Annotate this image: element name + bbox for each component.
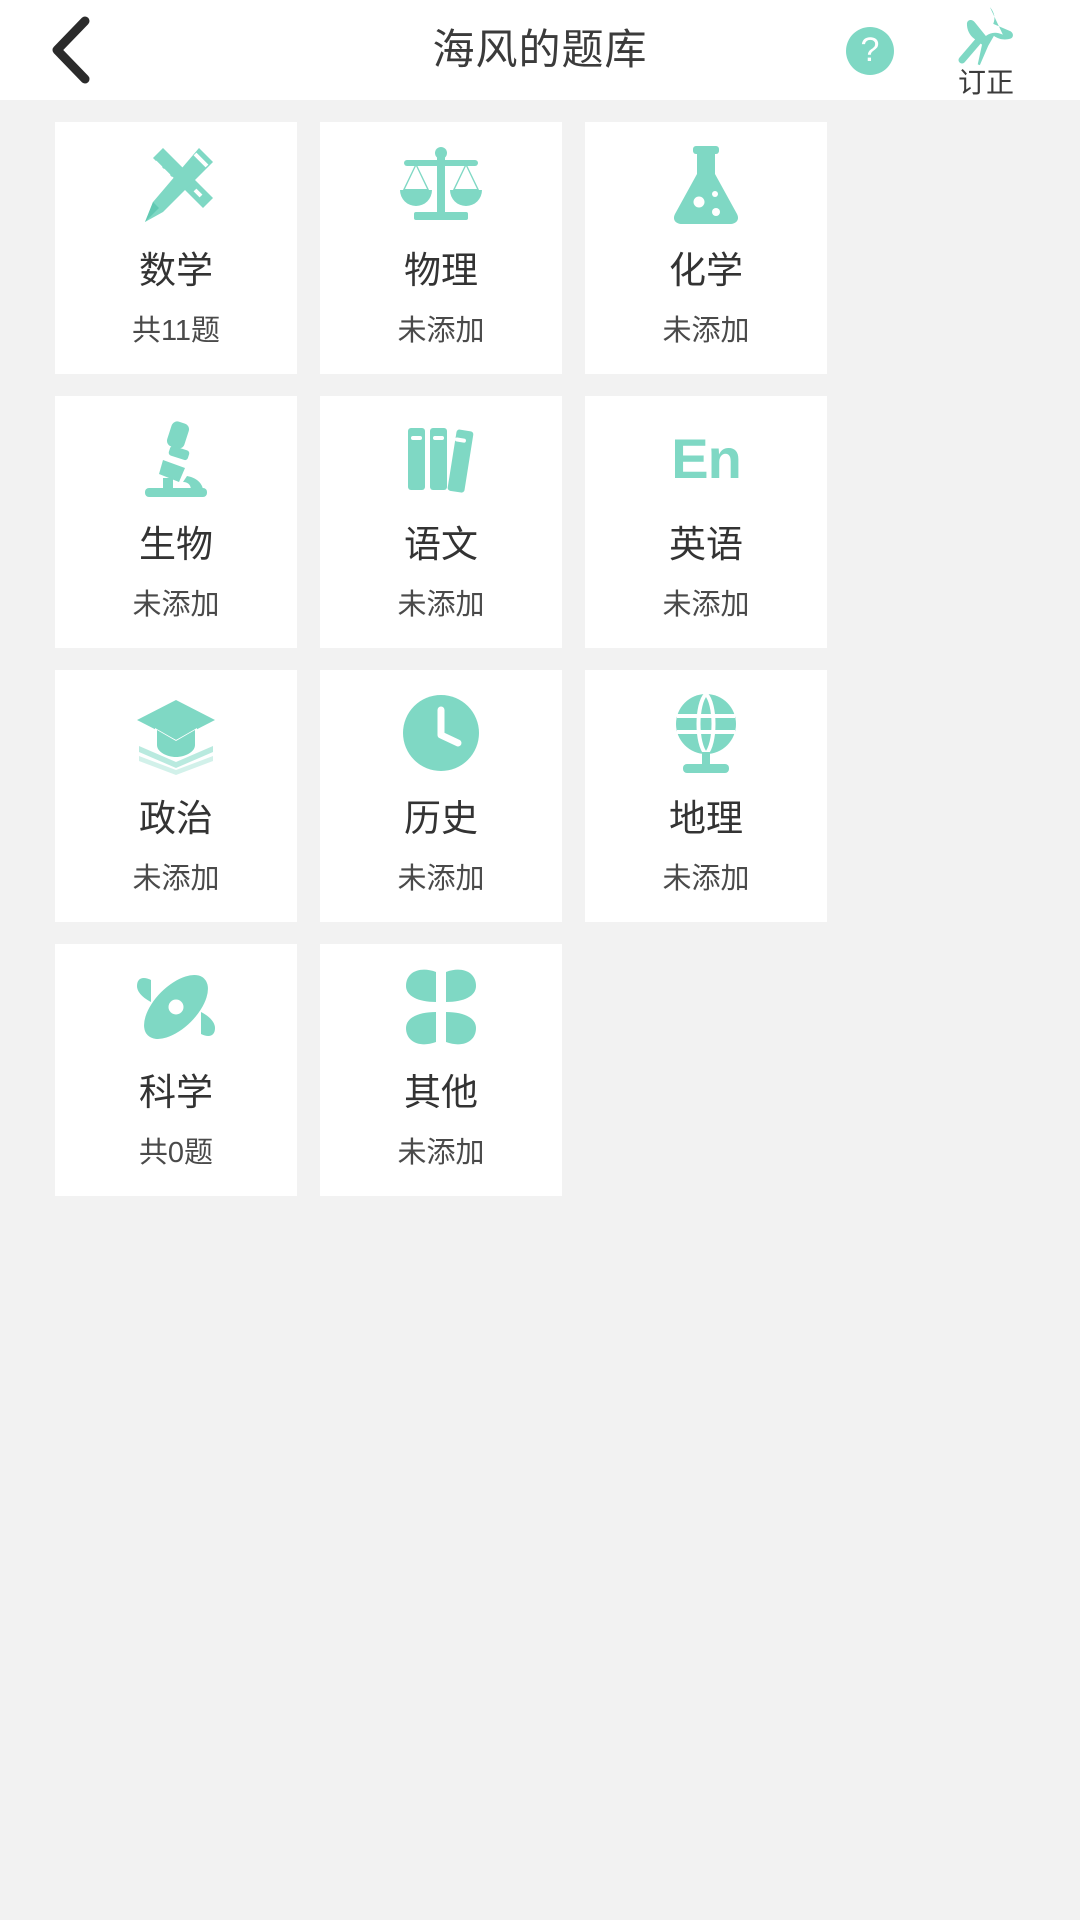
correction-label: 订正 (957, 67, 1014, 98)
card-icon-wrap (133, 944, 219, 1070)
page-title: 海风的题库 (432, 26, 648, 73)
card-icon-wrap (133, 396, 219, 522)
subject-card-history[interactable]: 历史 未添加 (320, 670, 562, 922)
subject-count: 未添加 (132, 863, 220, 895)
card-icon-wrap (133, 122, 219, 248)
subject-name: 科学 (139, 1072, 213, 1113)
card-icon-wrap (398, 122, 484, 248)
card-icon-wrap (398, 396, 484, 522)
subject-count: 未添加 (397, 589, 485, 621)
microscope-icon (145, 421, 207, 497)
subject-count: 未添加 (397, 863, 485, 895)
subject-count: 未添加 (397, 1137, 485, 1169)
clock-icon (403, 695, 479, 771)
subject-name: 历史 (404, 798, 478, 839)
subject-card-other[interactable]: 其他 未添加 (320, 944, 562, 1196)
subject-count: 未添加 (662, 863, 750, 895)
question-mark-icon: ? (860, 31, 880, 69)
subject-count: 未添加 (132, 589, 220, 621)
subject-card-physics[interactable]: 物理 未添加 (320, 122, 562, 374)
atom-icon (137, 975, 215, 1039)
help-button[interactable]: ? (846, 27, 894, 75)
correction-button[interactable]: 订正 (930, 6, 1042, 97)
flask-icon (673, 146, 739, 224)
subject-name: 数学 (139, 250, 213, 291)
subject-name: 语文 (404, 524, 478, 565)
subject-name: 政治 (139, 798, 213, 839)
subject-name: 其他 (404, 1072, 478, 1113)
books-icon (408, 428, 474, 493)
subject-card-politics[interactable]: 政治 未添加 (55, 670, 297, 922)
pencil-ruler-icon (145, 148, 213, 222)
card-icon-wrap (398, 944, 484, 1070)
subject-card-science[interactable]: 科学 共0题 (55, 944, 297, 1196)
balance-scale-icon (400, 147, 482, 220)
subject-count: 共0题 (138, 1137, 214, 1169)
subject-card-geography[interactable]: 地理 未添加 (585, 670, 827, 922)
card-icon-wrap (398, 670, 484, 796)
subject-name: 英语 (669, 524, 743, 565)
four-petals-icon (406, 969, 476, 1045)
subject-name: 地理 (669, 798, 743, 839)
subject-count: 未添加 (662, 315, 750, 347)
globe-icon (676, 692, 736, 773)
en-text-icon: En (671, 427, 742, 490)
subject-name: 化学 (669, 250, 743, 291)
card-icon-wrap: En (671, 396, 742, 522)
subject-count: 共11题 (131, 315, 221, 347)
subject-card-math[interactable]: 数学 共11题 (55, 122, 297, 374)
subject-grid: 数学 共11题 物理 未添加 化学 未添加 生物 未添加 语文 未添加 En 英… (0, 100, 1080, 1196)
card-icon-wrap (663, 122, 749, 248)
card-icon-wrap (663, 670, 749, 796)
app-header: 海风的题库 ? 订正 (0, 0, 1080, 100)
subject-card-english[interactable]: En 英语 未添加 (585, 396, 827, 648)
subject-count: 未添加 (662, 589, 750, 621)
subject-card-biology[interactable]: 生物 未添加 (55, 396, 297, 648)
subject-card-chemistry[interactable]: 化学 未添加 (585, 122, 827, 374)
subject-card-chinese[interactable]: 语文 未添加 (320, 396, 562, 648)
subject-name: 生物 (139, 524, 213, 565)
subject-name: 物理 (404, 250, 478, 291)
pushpin-icon (958, 7, 1013, 66)
graduation-cap-icon (137, 700, 215, 775)
subject-count: 未添加 (397, 315, 485, 347)
card-icon-wrap (133, 670, 219, 796)
